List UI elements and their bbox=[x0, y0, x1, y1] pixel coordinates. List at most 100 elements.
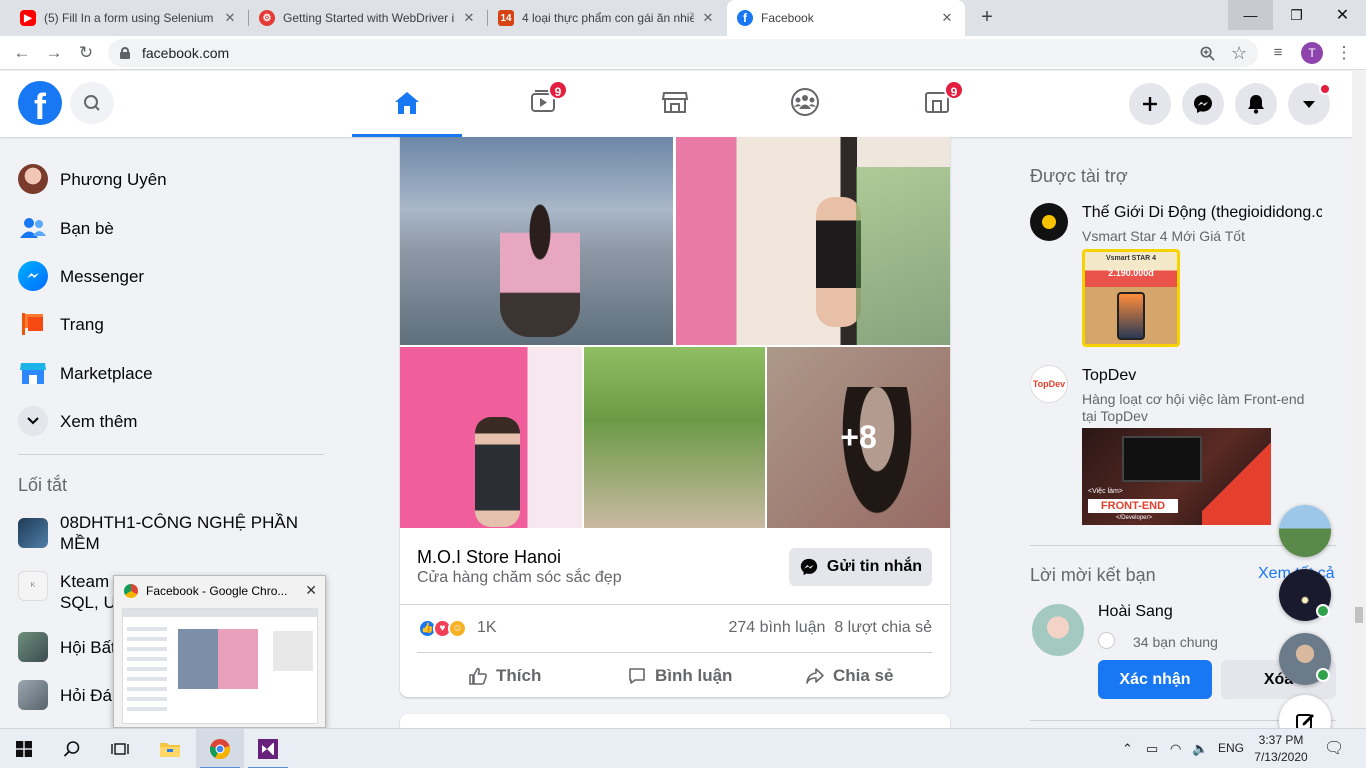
volume-icon[interactable]: 🔈 bbox=[1192, 741, 1208, 757]
nav-groups-tab[interactable] bbox=[750, 71, 860, 133]
confirm-button[interactable]: Xác nhận bbox=[1098, 660, 1212, 699]
notifications-button[interactable] bbox=[1235, 83, 1277, 125]
ad-image-vsmart[interactable]: Vsmart STAR 4 2.190.000đ bbox=[1082, 249, 1180, 347]
search-button[interactable] bbox=[70, 82, 114, 124]
close-tab-icon[interactable]: ✕ bbox=[700, 10, 716, 26]
media-control-icon[interactable]: ≡ bbox=[1266, 41, 1290, 65]
wifi-icon[interactable]: ◠ bbox=[1170, 741, 1181, 757]
shortcuts-heading: Lối tắt bbox=[18, 475, 68, 495]
visual-studio-button[interactable] bbox=[244, 729, 292, 768]
close-tab-icon[interactable]: ✕ bbox=[222, 10, 238, 26]
back-icon[interactable]: ← bbox=[10, 41, 34, 65]
sidebar-item-marketplace[interactable]: Marketplace bbox=[18, 351, 318, 395]
ad-image-sub: <Việc làm> bbox=[1088, 488, 1123, 495]
like-button[interactable]: Thích bbox=[468, 663, 541, 689]
preview-title: Facebook - Google Chro... bbox=[124, 584, 287, 598]
thumb-tabstrip bbox=[123, 609, 317, 617]
create-button[interactable] bbox=[1129, 83, 1171, 125]
maximize-button[interactable]: ❐ bbox=[1274, 0, 1319, 30]
nav-home-tab[interactable] bbox=[352, 71, 462, 137]
page-scrollbar[interactable] bbox=[1352, 71, 1366, 728]
sidebar-item-see-more[interactable]: Xem thêm bbox=[18, 399, 318, 443]
shares-count[interactable]: 8 lượt chia sẻ bbox=[834, 619, 932, 636]
ad-image-topdev[interactable]: <Việc làm> FRONT-END </Developer> bbox=[1082, 428, 1271, 525]
reload-icon[interactable]: ↻ bbox=[74, 41, 98, 65]
battery-icon[interactable]: ▭ bbox=[1146, 741, 1158, 757]
topdev-logo[interactable]: TopDev bbox=[1030, 365, 1068, 403]
page-name[interactable]: M.O.I Store Hanoi bbox=[417, 547, 561, 568]
sidebar-item-label: Phương Uyên bbox=[60, 169, 167, 189]
sidebar-divider bbox=[18, 454, 324, 455]
friend-request-name[interactable]: Hoài Sang bbox=[1098, 603, 1173, 621]
sidebar-item-profile[interactable]: Phương Uyên bbox=[18, 157, 318, 201]
group-thumbnail bbox=[18, 632, 48, 662]
chat-head-contact[interactable] bbox=[1279, 505, 1331, 557]
post-photo-3[interactable] bbox=[400, 347, 582, 528]
profile-avatar[interactable]: T bbox=[1301, 42, 1323, 64]
sidebar-item-friends[interactable]: Bạn bè bbox=[18, 206, 318, 250]
lock-icon[interactable] bbox=[120, 47, 130, 59]
nav-marketplace-tab[interactable] bbox=[620, 71, 730, 133]
scrollbar-thumb[interactable] bbox=[1355, 607, 1363, 623]
browser-tab-3[interactable]: 14 4 loại thực phẩm con gái ăn nhiều ✕ bbox=[488, 0, 726, 36]
browser-tab-2[interactable]: ⚙ Getting Started with WebDriver in ✕ bbox=[249, 0, 487, 36]
post-photo-2[interactable] bbox=[676, 137, 950, 345]
forward-icon[interactable]: → bbox=[42, 41, 66, 65]
system-clock[interactable]: 3:37 PM 7/13/2020 bbox=[1246, 732, 1316, 766]
browser-menu-icon[interactable]: ⋮ bbox=[1332, 41, 1356, 65]
tgdd-logo-mark bbox=[1042, 215, 1056, 229]
reaction-summary[interactable]: 👍 ♥ ☺ 1K bbox=[418, 618, 497, 638]
ad-description: Vsmart Star 4 Mới Giá Tốt bbox=[1082, 228, 1245, 244]
windows-logo-icon bbox=[16, 741, 32, 757]
address-bar[interactable]: facebook.com ☆ bbox=[108, 39, 1258, 67]
nav-watch-tab[interactable]: 9 bbox=[488, 71, 598, 133]
post-photo-4[interactable] bbox=[584, 347, 765, 528]
close-tab-icon[interactable]: ✕ bbox=[939, 10, 955, 26]
sidebar-item-pages[interactable]: Trang bbox=[18, 302, 318, 346]
comment-button[interactable]: Bình luận bbox=[627, 663, 732, 689]
notification-center-icon[interactable]: 🗨 bbox=[1324, 738, 1344, 758]
chrome-taskbar-button[interactable] bbox=[196, 729, 244, 768]
post-photo-1[interactable] bbox=[400, 137, 673, 345]
avatar[interactable] bbox=[1032, 604, 1084, 656]
sidebar-item-messenger[interactable]: Messenger bbox=[18, 254, 318, 298]
account-menu-button[interactable] bbox=[1288, 83, 1331, 125]
ad-advertiser-name[interactable]: TopDev bbox=[1082, 367, 1322, 385]
watch-badge: 9 bbox=[548, 80, 568, 100]
browser-tab-4-active[interactable]: f Facebook ✕ bbox=[727, 0, 965, 36]
file-explorer-button[interactable] bbox=[146, 729, 194, 768]
post-photo-5[interactable]: +8 bbox=[767, 347, 950, 528]
minimize-button[interactable]: — bbox=[1228, 0, 1273, 30]
bell-icon bbox=[1248, 95, 1264, 114]
tab-title: Facebook bbox=[761, 11, 814, 25]
share-button[interactable]: Chia sẻ bbox=[805, 663, 893, 689]
task-view-button[interactable] bbox=[96, 729, 144, 768]
close-icon[interactable]: ✕ bbox=[305, 582, 317, 599]
task-view-icon bbox=[111, 743, 129, 755]
nav-gaming-tab[interactable]: 9 bbox=[882, 71, 992, 133]
facebook-logo[interactable]: f bbox=[18, 81, 62, 125]
tgdd-logo[interactable] bbox=[1030, 203, 1068, 241]
close-tab-icon[interactable]: ✕ bbox=[461, 10, 477, 26]
new-tab-button[interactable]: + bbox=[976, 6, 998, 28]
start-button[interactable] bbox=[0, 729, 48, 768]
browser-tab-1[interactable]: ▶ (5) Fill In a form using Selenium w ✕ bbox=[10, 0, 248, 36]
shortcut-item[interactable]: 08DHTH1-CÔNG NGHỆ PHẦN MỀM bbox=[18, 511, 318, 555]
zoom-icon[interactable] bbox=[1200, 46, 1215, 65]
show-hidden-icons-icon[interactable]: ⌃ bbox=[1122, 741, 1133, 757]
taskbar-search-button[interactable] bbox=[48, 729, 96, 768]
language-indicator[interactable]: ENG bbox=[1218, 741, 1244, 755]
comments-count[interactable]: 274 bình luận bbox=[728, 619, 825, 636]
home-icon bbox=[395, 91, 419, 114]
messenger-button[interactable] bbox=[1182, 83, 1224, 125]
taskbar-window-preview[interactable]: Facebook - Google Chro... ✕ bbox=[113, 575, 326, 728]
bookmark-star-icon[interactable]: ☆ bbox=[1231, 43, 1247, 64]
mutual-friends-icon bbox=[1098, 632, 1115, 649]
send-message-button[interactable]: Gửi tin nhắn bbox=[789, 548, 932, 586]
thumbs-up-icon bbox=[469, 667, 487, 685]
messenger-icon bbox=[800, 558, 818, 576]
close-window-button[interactable]: ✕ bbox=[1320, 0, 1365, 30]
mutual-friends-count[interactable]: 34 bạn chung bbox=[1133, 634, 1218, 650]
more-photos-overlay[interactable]: +8 bbox=[767, 347, 950, 528]
ad-advertiser-name[interactable]: Thế Giới Di Động (thegioididong.com) bbox=[1082, 204, 1322, 222]
